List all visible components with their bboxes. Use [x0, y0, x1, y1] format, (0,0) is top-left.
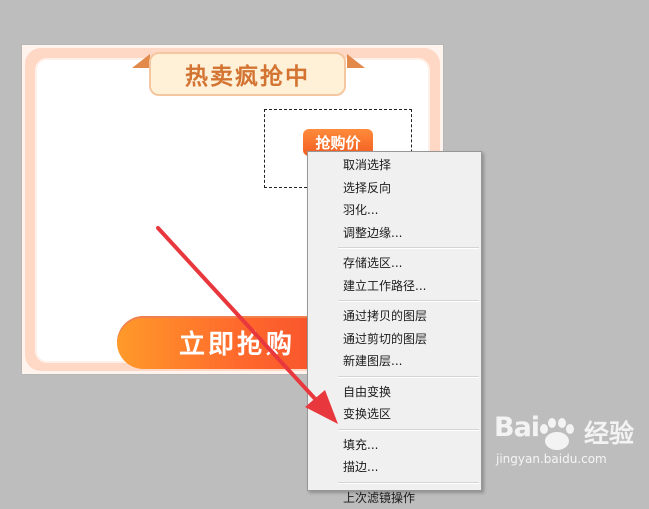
menu-item-last-filter[interactable]: 上次滤镜操作: [308, 487, 481, 509]
red-arrow-icon: [0, 0, 649, 482]
